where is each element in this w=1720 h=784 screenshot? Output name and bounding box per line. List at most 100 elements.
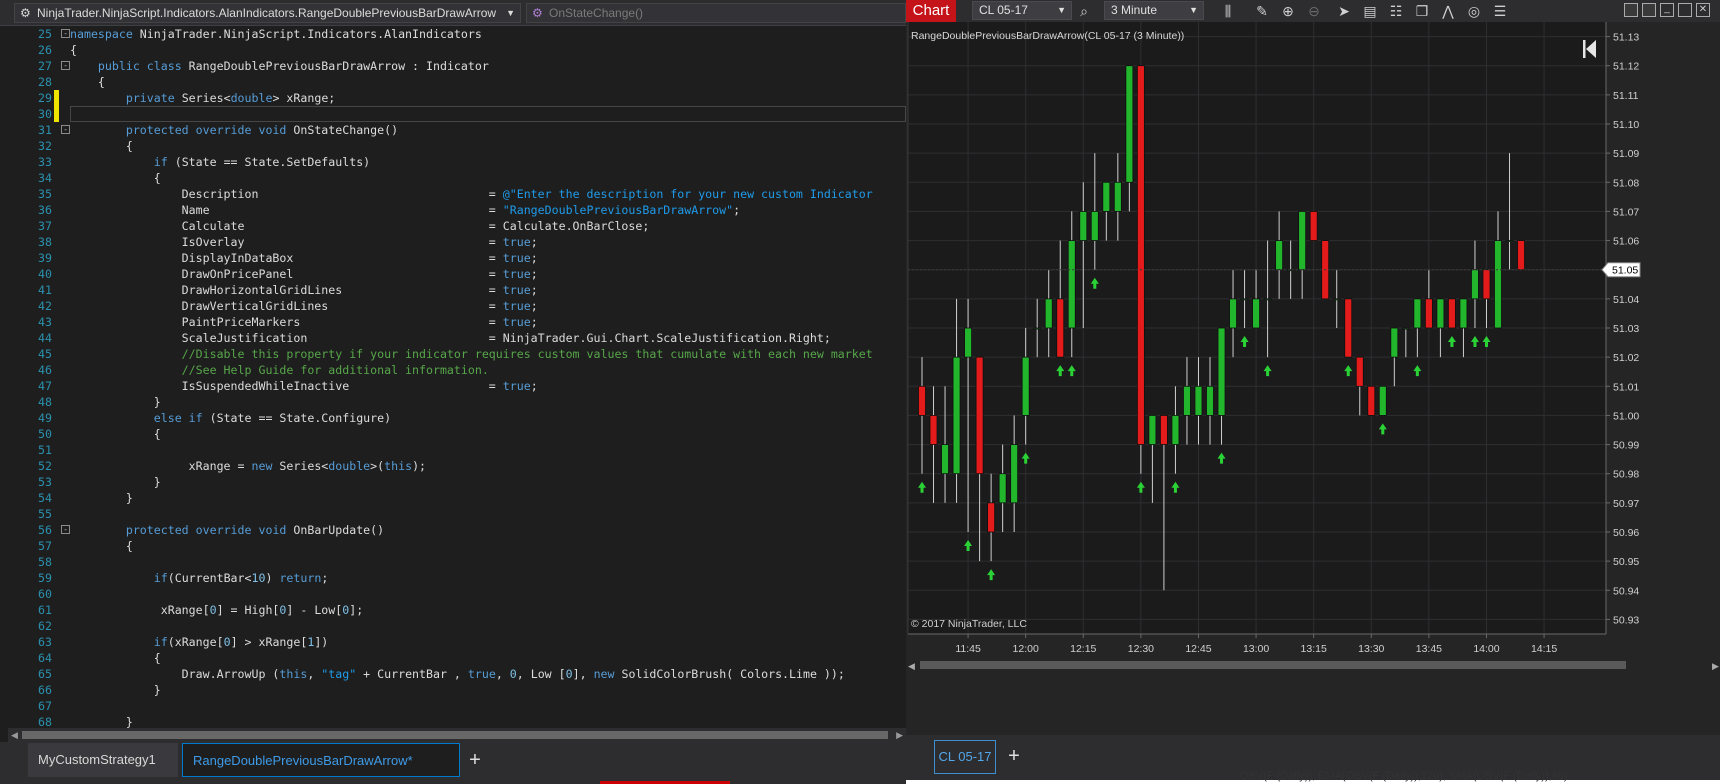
candle-body — [1102, 181, 1111, 212]
code-line[interactable]: { — [70, 426, 161, 442]
candle-body — [1332, 298, 1341, 301]
minimize-icon[interactable]: _ — [1660, 3, 1674, 17]
line-number: 26 — [38, 43, 52, 57]
code-line[interactable]: { — [70, 538, 133, 554]
tab-cl-05-17[interactable]: CL 05-17 — [934, 740, 996, 774]
code-line[interactable]: IsOverlay = true; — [70, 234, 538, 250]
code-line[interactable]: { — [70, 170, 161, 186]
code-line[interactable]: } — [70, 474, 161, 490]
code-line[interactable]: DrawVerticalGridLines = true; — [70, 298, 538, 314]
code-line[interactable]: namespace NinjaTrader.NinjaScript.Indica… — [70, 26, 482, 42]
candle-body — [987, 502, 996, 533]
code-line[interactable]: } — [70, 714, 133, 728]
tabs-window-icon[interactable] — [1642, 3, 1656, 17]
cursor-icon[interactable]: ➤ — [1334, 1, 1354, 21]
code-line[interactable]: protected override void OnStateChange() — [70, 122, 398, 138]
code-line[interactable]: { — [70, 138, 133, 154]
scroll-right-icon[interactable]: ▶ — [1712, 661, 1719, 671]
instrument-selector[interactable]: CL 05-17 ▼ — [972, 1, 1072, 20]
fold-toggle-icon[interactable]: - — [61, 525, 70, 534]
line-number: 68 — [38, 715, 52, 728]
code-line[interactable]: public class RangeDoublePreviousBarDrawA… — [70, 58, 489, 74]
price-tick-label: 51.08 — [1613, 177, 1639, 189]
code-line[interactable]: ScaleJustification = NinjaTrader.Gui.Cha… — [70, 330, 831, 346]
scroll-to-end-icon[interactable] — [1583, 40, 1586, 58]
candle-body — [918, 385, 926, 416]
code-line[interactable]: xRange = new Series<double>(this); — [70, 458, 426, 474]
code-line[interactable]: protected override void OnBarUpdate() — [70, 522, 384, 538]
bar-style-icon[interactable]: ⫼ — [1218, 1, 1238, 21]
line-number: 29 — [38, 91, 52, 105]
scroll-left-icon[interactable]: ◀ — [908, 661, 915, 671]
price-tick-label: 51.00 — [1613, 410, 1639, 422]
chart-scrollbar-thumb[interactable] — [920, 661, 1626, 669]
tab-rangedoublepreviousbardrawarrow[interactable]: RangeDoublePreviousBarDrawArrow* — [182, 743, 460, 777]
code-line[interactable]: Name = "RangeDoublePreviousBarDrawArrow"… — [70, 202, 740, 218]
code-line[interactable]: Description = @"Enter the description fo… — [70, 186, 873, 202]
scroll-left-icon[interactable]: ◀ — [11, 728, 18, 742]
chart-menu-button[interactable]: Chart — [906, 0, 956, 22]
line-number: 27 — [38, 59, 52, 73]
code-line[interactable]: { — [70, 650, 161, 666]
add-tab-button[interactable]: + — [462, 743, 488, 777]
strategies-icon[interactable]: ◎ — [1464, 1, 1484, 21]
line-number: 25 — [38, 27, 52, 41]
horizontal-scrollbar[interactable]: ◀ ▶ — [8, 728, 906, 742]
code-line[interactable]: else if (State == State.Configure) — [70, 410, 391, 426]
interval-selector[interactable]: 3 Minute ▼ — [1104, 1, 1204, 20]
scrollbar-thumb[interactable] — [22, 731, 888, 739]
code-line[interactable]: if(xRange[0] > xRange[1]) — [70, 634, 329, 650]
code-line[interactable]: //See Help Guide for additional informat… — [70, 362, 489, 378]
candle-body — [1459, 298, 1468, 329]
zoom-in-icon[interactable]: ⊕ — [1278, 1, 1298, 21]
candle-body — [1240, 298, 1249, 301]
price-chart[interactable]: RangeDoublePreviousBarDrawArrow(CL 05-17… — [906, 22, 1720, 735]
scroll-right-icon[interactable]: ▶ — [896, 728, 903, 742]
candle-body — [1436, 298, 1445, 329]
panels-icon[interactable]: ☷ — [1386, 1, 1406, 21]
code-area[interactable]: 25- namespace NinjaTrader.NinjaScript.Ind… — [0, 26, 906, 728]
tile-window-icon[interactable] — [1624, 3, 1638, 17]
candle-body — [1217, 327, 1226, 416]
close-icon[interactable]: ✕ — [1696, 3, 1710, 17]
line-number: 34 — [38, 171, 52, 185]
code-line[interactable]: //Disable this property if your indicato… — [70, 346, 873, 362]
code-line[interactable]: { — [70, 42, 77, 58]
price-tick-label: 51.12 — [1613, 61, 1639, 73]
fold-toggle-icon[interactable]: - — [61, 61, 70, 70]
code-line[interactable]: DrawHorizontalGridLines = true; — [70, 282, 538, 298]
candle-body — [998, 473, 1007, 504]
code-line[interactable]: private Series<double> xRange; — [70, 90, 335, 106]
fold-toggle-icon[interactable]: - — [61, 125, 70, 134]
code-line[interactable]: { — [70, 74, 105, 90]
properties-icon[interactable]: ☰ — [1490, 1, 1510, 21]
class-dropdown-value: NinjaTrader.NinjaScript.Indicators.AlanI… — [37, 6, 497, 20]
tab-mycustomstrategy1[interactable]: MyCustomStrategy1 — [28, 743, 178, 777]
line-number: 41 — [38, 283, 52, 297]
zoom-out-icon[interactable]: ⊖ — [1304, 1, 1324, 21]
indicators-icon[interactable]: ⋀ — [1438, 1, 1458, 21]
maximize-icon[interactable] — [1678, 3, 1692, 17]
code-line[interactable]: DrawOnPricePanel = true; — [70, 266, 538, 282]
fold-toggle-icon[interactable]: - — [61, 29, 70, 38]
code-line[interactable]: Calculate = Calculate.OnBarClose; — [70, 218, 650, 234]
tab-label: MyCustomStrategy1 — [38, 752, 156, 767]
code-line[interactable]: Draw.ArrowUp (this, "tag" + CurrentBar ,… — [70, 666, 845, 682]
data-box-icon[interactable]: ▤ — [1360, 1, 1380, 21]
code-line[interactable]: IsSuspendedWhileInactive = true; — [70, 378, 538, 394]
pencil-icon[interactable]: ✎ — [1252, 1, 1272, 21]
search-icon[interactable]: ⌕ — [1074, 1, 1094, 21]
code-line[interactable]: if (State == State.SetDefaults) — [70, 154, 370, 170]
code-line[interactable]: PaintPriceMarkers = true; — [70, 314, 538, 330]
code-line[interactable]: } — [70, 682, 161, 698]
code-line[interactable]: DisplayInDataBox = true; — [70, 250, 538, 266]
code-line[interactable]: if(CurrentBar<10) return; — [70, 570, 329, 586]
code-line[interactable]: } — [70, 490, 133, 506]
code-line[interactable]: xRange[0] = High[0] - Low[0]; — [70, 602, 363, 618]
member-dropdown[interactable]: ⚙ OnStateChange() — [526, 3, 906, 23]
price-tick-label: 50.97 — [1613, 498, 1639, 510]
templates-icon[interactable]: ❐ — [1412, 1, 1432, 21]
class-dropdown[interactable]: ⚙ NinjaTrader.NinjaScript.Indicators.Ala… — [14, 3, 521, 23]
add-chart-tab-button[interactable]: + — [1002, 740, 1026, 774]
code-line[interactable]: } — [70, 394, 161, 410]
